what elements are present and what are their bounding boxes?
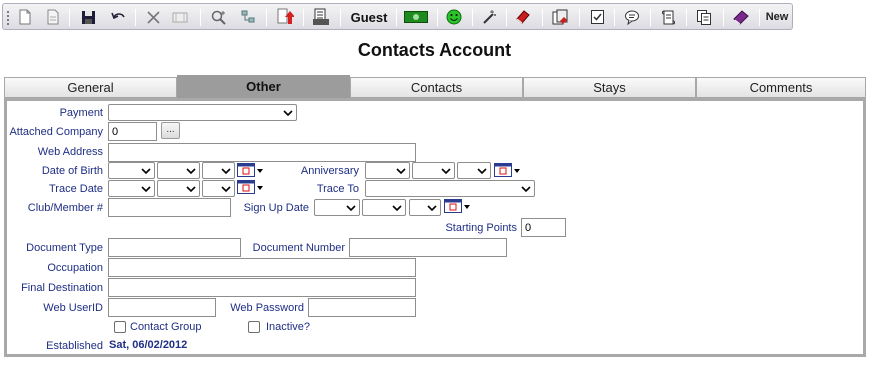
inactive-label: Inactive?	[266, 321, 311, 333]
magic-wand-icon[interactable]	[478, 7, 500, 27]
tab-other[interactable]: Other	[177, 75, 350, 98]
chevron-down-icon	[396, 168, 406, 175]
copy-pages-icon[interactable]	[693, 7, 715, 27]
web-userid-input[interactable]	[108, 298, 216, 317]
attached-company-browse-button[interactable]: ...	[161, 122, 180, 139]
chevron-down-icon	[477, 168, 487, 175]
save-icon[interactable]	[77, 7, 99, 27]
calendar-icon[interactable]	[494, 163, 520, 177]
copy-document-icon[interactable]	[43, 7, 63, 27]
new-button[interactable]: New	[763, 7, 791, 27]
smiley-icon[interactable]	[443, 7, 465, 27]
club-member-label: Club/Member #	[27, 202, 103, 214]
web-userid-label: Web UserID	[43, 302, 103, 314]
attached-company-label: Attached Company	[9, 126, 103, 138]
trace-to-label: Trace To	[316, 183, 359, 195]
club-member-input[interactable]	[108, 198, 231, 217]
date-of-birth-month-select[interactable]	[108, 162, 155, 179]
sign-up-date-day-select[interactable]	[362, 199, 406, 216]
folder-icon[interactable]	[169, 7, 191, 27]
occupation-label: Occupation	[47, 262, 103, 274]
date-of-birth-day-select[interactable]	[157, 162, 200, 179]
attached-company-input[interactable]	[108, 122, 157, 141]
document-number-input[interactable]	[349, 238, 507, 257]
purple-book-icon[interactable]	[729, 7, 753, 27]
date-of-birth-year-select[interactable]	[202, 162, 235, 179]
document-type-input[interactable]	[108, 238, 241, 257]
payment-label: Payment	[59, 107, 103, 119]
chevron-down-icon	[141, 168, 151, 175]
established-value: Sat, 06/02/2012	[109, 339, 188, 351]
stack-icon[interactable]	[548, 7, 572, 27]
established-label: Established	[46, 340, 103, 352]
chevron-down-icon	[427, 205, 437, 212]
occupation-input[interactable]	[108, 258, 416, 277]
web-address-input[interactable]	[108, 143, 416, 162]
web-address-label: Web Address	[37, 146, 103, 158]
tab-contacts[interactable]: Contacts	[350, 77, 523, 98]
anniversary-label: Anniversary	[300, 165, 359, 177]
new-document-icon[interactable]	[15, 7, 35, 27]
web-password-label: Web Password	[230, 302, 304, 314]
trace-date-label: Trace Date	[48, 183, 103, 195]
sign-up-date-label: Sign Up Date	[243, 202, 309, 214]
red-book-icon[interactable]	[512, 7, 534, 27]
chevron-down-icon	[346, 205, 356, 212]
starting-points-label: Starting Points	[445, 222, 517, 234]
sign-up-date-month-select[interactable]	[314, 199, 360, 216]
chevron-down-icon	[141, 186, 151, 193]
chevron-down-icon	[221, 168, 231, 175]
search-icon[interactable]	[207, 7, 229, 27]
chevron-down-icon	[283, 110, 293, 117]
calendar-icon[interactable]	[237, 180, 263, 194]
trace-date-month-select[interactable]	[108, 180, 155, 197]
trace-date-day-select[interactable]	[157, 180, 200, 197]
tab-general[interactable]: General	[4, 77, 177, 98]
tab-stays[interactable]: Stays	[523, 77, 696, 98]
chevron-down-icon	[221, 186, 231, 193]
checklist-icon[interactable]	[586, 7, 608, 27]
contact-group-checkbox[interactable]	[114, 321, 126, 333]
flowchart-icon[interactable]	[237, 7, 259, 27]
chevron-down-icon	[392, 205, 402, 212]
trace-date-year-select[interactable]	[202, 180, 235, 197]
toolbar: Guest New	[2, 3, 793, 30]
anniversary-month-select[interactable]	[365, 162, 410, 179]
chevron-down-icon	[186, 168, 196, 175]
undo-icon[interactable]	[107, 7, 129, 27]
scroll-icon[interactable]	[657, 7, 679, 27]
document-type-label: Document Type	[26, 242, 103, 254]
sign-up-date-year-select[interactable]	[409, 199, 441, 216]
toolbar-grip[interactable]	[7, 11, 9, 25]
print-list-icon[interactable]	[309, 7, 333, 27]
inactive-checkbox[interactable]	[248, 321, 260, 333]
date-of-birth-label: Date of Birth	[41, 165, 103, 177]
calendar-icon[interactable]	[237, 163, 263, 177]
speech-bubble-icon[interactable]	[621, 7, 643, 27]
starting-points-input[interactable]	[521, 218, 566, 237]
money-icon[interactable]	[402, 7, 430, 27]
contact-group-label: Contact Group	[130, 321, 202, 333]
delete-icon[interactable]	[143, 7, 163, 27]
anniversary-year-select[interactable]	[457, 162, 491, 179]
calendar-icon[interactable]	[444, 199, 470, 213]
page-title: Contacts Account	[357, 40, 512, 60]
upload-icon[interactable]	[273, 7, 297, 27]
chevron-down-icon	[441, 168, 451, 175]
final-destination-label: Final Destination	[21, 282, 103, 294]
trace-to-select[interactable]	[365, 180, 535, 197]
chevron-down-icon	[186, 186, 196, 193]
anniversary-day-select[interactable]	[412, 162, 455, 179]
guest-button[interactable]: Guest	[347, 7, 391, 27]
payment-select[interactable]	[108, 104, 297, 121]
tab-comments[interactable]: Comments	[696, 77, 866, 98]
final-destination-input[interactable]	[108, 278, 416, 297]
document-number-label: Document Number	[252, 242, 345, 254]
chevron-down-icon	[521, 186, 531, 193]
web-password-input[interactable]	[308, 298, 416, 317]
